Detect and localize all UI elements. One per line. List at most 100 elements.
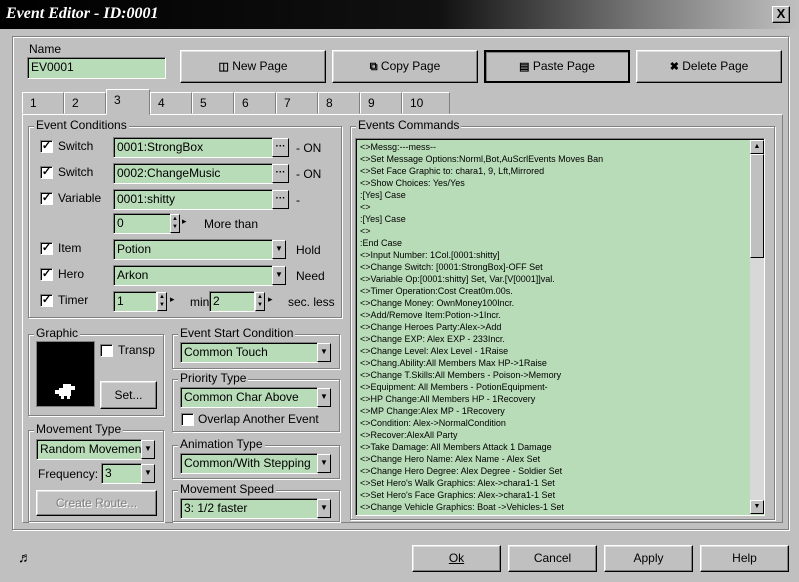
commands-scrollbar[interactable]: ▲ ▼ <box>750 140 764 514</box>
command-line[interactable]: <>HP Change:All Members HP - 1Recovery <box>360 393 760 405</box>
delete-page-button[interactable]: ✖ Delete Page <box>636 50 782 83</box>
hero-select[interactable]: Arkon <box>113 265 273 286</box>
command-line[interactable]: <>Set Message Options:Norml,Bot,AuScrlEv… <box>360 153 760 165</box>
command-line[interactable]: <>Show Choices: Yes/Yes <box>360 177 760 189</box>
timer-seconds-spinner[interactable]: ▲ ▼ <box>255 292 265 311</box>
scroll-down-icon[interactable]: ▼ <box>750 500 764 514</box>
graphic-preview[interactable] <box>36 341 95 407</box>
command-line[interactable]: <>Equipment: All Members - PotionEquipme… <box>360 381 760 393</box>
command-line[interactable]: <>Recover:AlexAll Party <box>360 429 760 441</box>
ok-button[interactable]: Ok <box>412 545 501 572</box>
tab-5[interactable]: 5 <box>192 92 234 114</box>
command-line[interactable]: <>Chang.Ability:All Members Max HP->1Rai… <box>360 357 760 369</box>
command-line[interactable]: <>Change Vehicle Graphics: Boat ->Vehicl… <box>360 501 760 513</box>
tab-9[interactable]: 9 <box>360 92 402 114</box>
tab-2[interactable]: 2 <box>64 92 106 114</box>
hero-dropdown-arrow-icon[interactable]: ▼ <box>272 266 286 285</box>
movement-type-dropdown-arrow-icon[interactable]: ▼ <box>141 440 155 459</box>
tab-8[interactable]: 8 <box>318 92 360 114</box>
item-select[interactable]: Potion <box>113 239 273 260</box>
command-line[interactable]: <>Input Number: 1Col.[0001:shitty] <box>360 249 760 261</box>
tab-3[interactable]: 3 <box>106 89 150 115</box>
paste-page-button[interactable]: ▤ Paste Page <box>484 50 630 83</box>
command-line[interactable]: <>Change EXP: Alex EXP - 233Incr. <box>360 333 760 345</box>
command-line[interactable]: <>Add/Remove Item:Potion->1Incr. <box>360 309 760 321</box>
command-line[interactable]: <>Messg:---mess-- <box>360 141 760 153</box>
command-line[interactable]: <>Set Face Graphic to: chara1, 9, Lft,Mi… <box>360 165 760 177</box>
command-line[interactable]: <>Condition: Alex->NormalCondition <box>360 417 760 429</box>
apply-button[interactable]: Apply <box>604 545 693 572</box>
new-page-button[interactable]: ◫ New Page <box>180 50 326 83</box>
switch1-browse-button[interactable]: ··· <box>272 138 289 157</box>
timer-checkbox[interactable]: ✓ <box>40 294 53 307</box>
switch1-field[interactable]: 0001:StrongBox <box>113 137 273 158</box>
events-commands-list[interactable]: <>Messg:---mess-- <>Set Message Options:N… <box>355 138 765 516</box>
frequency-dropdown-arrow-icon[interactable]: ▼ <box>141 464 155 483</box>
tab-10[interactable]: 10 <box>402 92 450 114</box>
transp-label: Transp <box>118 343 155 357</box>
command-line[interactable]: <>Change Money: OwnMoney100Incr. <box>360 297 760 309</box>
set-graphic-button[interactable]: Set... <box>100 381 157 409</box>
switch2-browse-button[interactable]: ··· <box>272 164 289 183</box>
variable-amount-field[interactable]: 0 <box>113 213 171 234</box>
command-line[interactable]: <>Set Hero's Walk Graphics: Alex->chara1… <box>360 477 760 489</box>
priority-dropdown-arrow-icon[interactable]: ▼ <box>317 388 331 407</box>
transp-checkbox[interactable] <box>100 344 113 357</box>
command-line[interactable]: <>Change Heroes Party:Alex->Add <box>360 321 760 333</box>
variable-field[interactable]: 0001:shitty <box>113 189 273 210</box>
command-line[interactable]: <>Change Hero Name: Alex Name - Alex Set <box>360 453 760 465</box>
variable-amount-spinner[interactable]: ▲ ▼ <box>170 214 180 233</box>
hero-checkbox[interactable]: ✓ <box>40 268 53 281</box>
command-line[interactable]: :[Yes] Case <box>360 189 760 201</box>
command-line[interactable]: :[Yes] Case <box>360 213 760 225</box>
command-line[interactable]: <>Timer Operation:Cost Creat0m.00s. <box>360 285 760 297</box>
animation-select[interactable]: Common/With Stepping <box>180 453 318 474</box>
timer-seconds-field[interactable]: 2 <box>209 291 255 312</box>
scroll-thumb[interactable] <box>750 154 764 258</box>
switch2-field[interactable]: 0002:ChangeMusic <box>113 163 273 184</box>
command-line[interactable]: <>MP Change:Alex MP - 1Recovery <box>360 405 760 417</box>
priority-select[interactable]: Common Char Above <box>180 387 318 408</box>
switch1-checkbox[interactable]: ✓ <box>40 140 53 153</box>
command-line[interactable]: <>Change T.Skills:All Members - Poison->… <box>360 369 760 381</box>
variable-browse-button[interactable]: ··· <box>272 190 289 209</box>
frequency-select[interactable]: 3 <box>101 463 142 484</box>
animation-dropdown-arrow-icon[interactable]: ▼ <box>317 454 331 473</box>
event-start-dropdown-arrow-icon[interactable]: ▼ <box>317 343 331 362</box>
variable-checkbox[interactable]: ✓ <box>40 192 53 205</box>
command-line[interactable]: <>Change Level: Alex Level - 1Raise <box>360 345 760 357</box>
close-button[interactable]: X <box>772 6 790 23</box>
help-button[interactable]: Help <box>700 545 789 572</box>
event-start-select[interactable]: Common Touch <box>180 342 318 363</box>
command-line[interactable]: <>Change Switch: [0001:StrongBox]-OFF Se… <box>360 261 760 273</box>
name-label: Name <box>29 42 62 56</box>
music-note-icon: ♬ <box>18 549 32 565</box>
name-field[interactable]: EV0001 <box>27 57 166 79</box>
timer-minutes-field[interactable]: 1 <box>113 291 157 312</box>
switch1-suffix: - ON <box>296 141 322 155</box>
tab-4[interactable]: 4 <box>150 92 192 114</box>
overlap-checkbox[interactable] <box>181 413 194 426</box>
command-line[interactable]: <>Variable Op:[0001:shitty] Set, Var.[V[… <box>360 273 760 285</box>
paste-page-icon: ▤ <box>519 61 530 73</box>
movement-speed-select[interactable]: 3: 1/2 faster <box>180 498 318 519</box>
item-dropdown-arrow-icon[interactable]: ▼ <box>272 240 286 259</box>
command-line[interactable]: <>Change Hero Degree: Alex Degree - Sold… <box>360 465 760 477</box>
scroll-up-icon[interactable]: ▲ <box>750 140 764 154</box>
tab-6[interactable]: 6 <box>234 92 276 114</box>
create-route-button[interactable]: Create Route... <box>36 490 157 516</box>
command-line[interactable]: <> <box>360 225 760 237</box>
tab-1[interactable]: 1 <box>22 92 64 114</box>
command-line[interactable]: :End Case <box>360 237 760 249</box>
tab-7[interactable]: 7 <box>276 92 318 114</box>
command-line[interactable]: <>Set Hero's Face Graphics: Alex->chara1… <box>360 489 760 501</box>
movement-speed-dropdown-arrow-icon[interactable]: ▼ <box>317 499 331 518</box>
timer-minutes-spinner[interactable]: ▲ ▼ <box>157 292 167 311</box>
copy-page-button[interactable]: ⧉ Copy Page <box>332 50 478 83</box>
item-checkbox[interactable]: ✓ <box>40 242 53 255</box>
switch2-checkbox[interactable]: ✓ <box>40 166 53 179</box>
cancel-button[interactable]: Cancel <box>508 545 597 572</box>
command-line[interactable]: <>Take Damage: All Members Attack 1 Dama… <box>360 441 760 453</box>
command-line[interactable]: <> <box>360 201 760 213</box>
movement-type-select[interactable]: Random Movement <box>36 439 142 460</box>
